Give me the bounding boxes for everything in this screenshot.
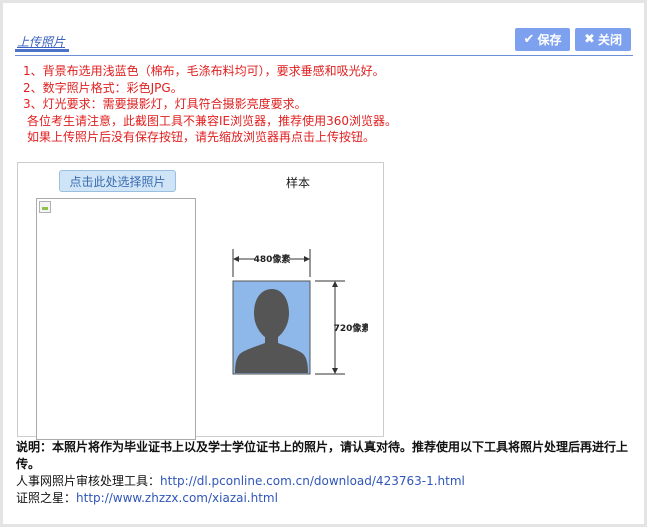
- title-underline: [15, 49, 69, 52]
- broken-image-icon: [39, 201, 51, 213]
- note-line: 1、背景布选用浅蓝色（棉布，毛涤布料均可），要求垂感和吸光好。: [23, 64, 385, 78]
- tool1-link[interactable]: http://dl.pconline.com.cn/download/42376…: [160, 474, 465, 488]
- tool-line-1: 人事网照片审核处理工具：http://dl.pconline.com.cn/do…: [16, 473, 636, 490]
- usage-note: 说明：本照片将作为毕业证书上以及学士学位证书上的照片，请认真对待。推荐使用以下工…: [16, 440, 629, 471]
- height-dimension-label: 720像素: [334, 322, 368, 334]
- note-line: 各位考生请注意，此截图工具不兼容IE浏览器，推荐使用360浏览器。: [27, 113, 398, 128]
- tool-line-2: 证照之星：http://www.zhzzx.com/xiazai.html: [16, 490, 636, 507]
- sample-label: 样本: [286, 176, 311, 190]
- width-dimension-label: 480像素: [254, 253, 291, 265]
- close-icon: ✖: [584, 32, 595, 47]
- close-button-label: 关闭: [597, 32, 622, 47]
- select-photo-button[interactable]: 点击此处选择照片: [59, 170, 176, 192]
- photo-preview: [36, 198, 196, 440]
- save-button[interactable]: ✔ 保存: [515, 28, 570, 51]
- sample-photo-diagram: 480像素 720像素: [232, 249, 368, 375]
- note-line: 3、灯光要求：需要摄影灯，灯具符合摄影亮度要求。: [23, 97, 307, 112]
- note-line: 如果上传照片后没有保存按钮，请先缩放浏览器再点击上传按钮。: [27, 130, 376, 145]
- check-icon: ✔: [523, 32, 535, 47]
- note-line: 2、数字照片格式：彩色JPG。: [23, 80, 183, 95]
- photo-area: 点击此处选择照片 样本 480像素 720像素: [17, 162, 384, 440]
- tool2-link[interactable]: http://www.zhzzx.com/xiazai.html: [76, 491, 278, 505]
- footer-info: 说明：本照片将作为毕业证书上以及学士学位证书上的照片，请认真对待。推荐使用以下工…: [16, 439, 636, 507]
- save-button-label: 保存: [537, 32, 562, 47]
- dialog-title: 上传照片: [17, 35, 66, 49]
- requirements-notes: 1、背景布选用浅蓝色（棉布，毛涤布料均可），要求垂感和吸光好。 2、数字照片格式…: [23, 63, 397, 146]
- close-button[interactable]: ✖ 关闭: [575, 28, 631, 51]
- upload-photo-dialog: 上传照片 ✔ 保存 ✖ 关闭 1、背景布选用浅蓝色（棉布，毛涤布料均可），要求垂…: [3, 3, 644, 524]
- tool2-label: 证照之星：: [16, 491, 77, 505]
- tool1-label: 人事网照片审核处理工具：: [16, 474, 161, 488]
- dialog-header: 上传照片 ✔ 保存 ✖ 关闭: [15, 27, 633, 56]
